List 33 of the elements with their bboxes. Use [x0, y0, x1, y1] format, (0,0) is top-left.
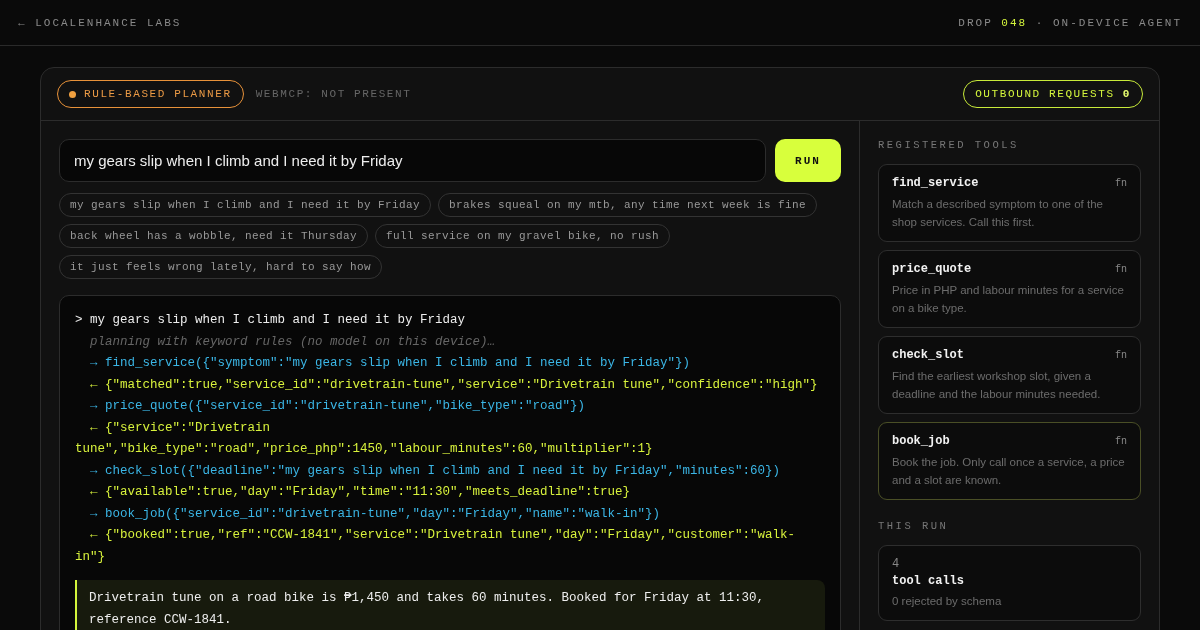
- tool-description: Book the job. Only call once a service, a price and a slot are known.: [892, 455, 1126, 488]
- stat-note: 0 rejected by schema: [892, 594, 1003, 609]
- webmcp-status: WEBMCP: NOT PRESENT: [255, 88, 412, 100]
- tool-name: book_job: [892, 434, 950, 448]
- tool-tag: fn: [1115, 177, 1127, 189]
- log-line: ← {"matched":true,"service_id":"drivetrain-tune","service":"Drivetrain tune","confidence":"high"}: [89, 376, 819, 394]
- log-line: ← {"service":"Drivetrain tune","bike_type":"road","price_php":1450,"labour_minutes":60,"multiplier":1}: [75, 419, 654, 458]
- stat-value: 4: [892, 557, 901, 571]
- section-heading: THIS RUN: [878, 520, 950, 532]
- answer-text: Drivetrain tune on a road bike is ₱1,450 and takes 60 minutes. Booked for Friday at 11:30, reference CCW-1841.: [75, 580, 825, 630]
- tool-description: Match a described symptom to one of the shop services. Call this first.: [892, 197, 1104, 230]
- drop-label: DROP 048 · ON-DEVICE AGENT: [958, 16, 1182, 29]
- log-line: > my gears slip when I climb and I need it by Friday: [75, 312, 467, 329]
- log-line: ← {"available":true,"day":"Friday","time":"11:30","meets_deadline":true}: [89, 484, 632, 501]
- section-heading: REGISTERED TOOLS: [878, 139, 1020, 151]
- log-line: planning with keyword rules (no model on this device)…: [89, 333, 497, 351]
- tool-tag: fn: [1115, 263, 1127, 275]
- log-line: → price_quote({"service_id":"drivetrain-tune","bike_type":"road"}): [89, 398, 587, 415]
- prompt-input[interactable]: my gears slip when I climb and I need it by Friday: [59, 139, 766, 182]
- log-line: → find_service({"symptom":"my gears slip when I climb and I need it by Friday"}): [89, 355, 692, 372]
- tool-tag: fn: [1115, 435, 1127, 447]
- tool-name: price_quote: [892, 262, 972, 276]
- stat-label: tool calls: [892, 574, 965, 588]
- tool-name: find_service: [892, 176, 979, 190]
- log-line: → check_slot({"deadline":"my gears slip when I climb and I need it by Friday","minutes":60}): [89, 462, 782, 480]
- back-link[interactable]: ← LOCALENHANCE LABS: [18, 16, 182, 29]
- tool-name: check_slot: [892, 348, 964, 362]
- tool-tag: fn: [1115, 349, 1127, 361]
- log-line: ← {"booked":true,"ref":"CCW-1841","service":"Drivetrain tune","day":"Friday","customer":"walk-in"}: [75, 527, 797, 566]
- run-button[interactable]: RUN: [775, 139, 841, 182]
- tool-description: Price in PHP and labour minutes for a service on a bike type.: [892, 283, 1125, 316]
- tool-description: Find the earliest workshop slot, given a deadline and the labour minutes needed.: [892, 369, 1102, 402]
- log-line: → book_job({"service_id":"drivetrain-tune","day":"Friday","name":"walk-in"}): [89, 505, 662, 523]
